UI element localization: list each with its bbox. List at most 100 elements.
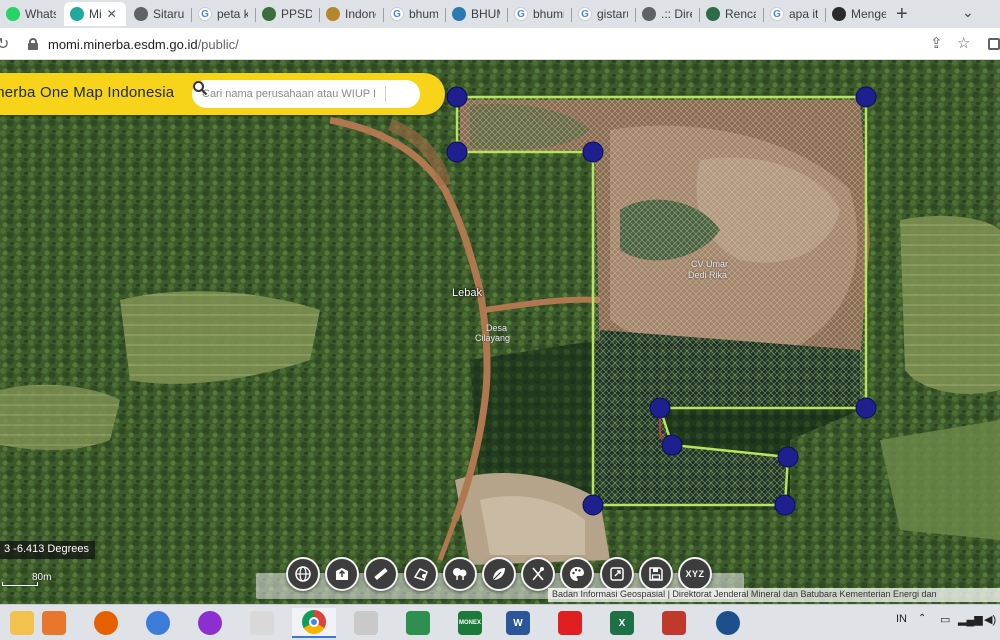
address-bar[interactable]: momi.minerba.esdm.go.id/public/ <box>20 32 980 56</box>
word-icon: W <box>506 611 530 635</box>
browser-tab-sitarun[interactable]: Sitarun <box>128 2 190 26</box>
browser-tab-label: .:: Direl <box>661 7 692 21</box>
browser-tab-gistaru[interactable]: Ggistaru <box>572 2 634 26</box>
tab-separator <box>635 8 636 22</box>
close-tab-icon[interactable]: ✕ <box>107 7 117 21</box>
browser-tab-label: bhumi <box>533 7 564 21</box>
browser-tab-peta-kr[interactable]: Gpeta kr <box>192 2 254 26</box>
scale-bar-label: 80m <box>32 572 52 583</box>
desa-label-line1: Desa <box>486 323 508 333</box>
lock-icon[interactable] <box>28 38 38 50</box>
concession-label-line2: Dedi Rika <box>688 270 728 280</box>
browser-tab-bhumi[interactable]: Gbhumi <box>384 2 444 26</box>
browser-tab-whats[interactable]: Whats <box>0 2 62 26</box>
garuda-icon <box>326 7 340 21</box>
palette-tool[interactable] <box>560 557 594 591</box>
tab-separator <box>383 8 384 22</box>
chrome-icon <box>302 610 326 634</box>
browser-tab-menge[interactable]: Menge <box>826 2 892 26</box>
reload-icon[interactable]: ↻ <box>0 34 9 54</box>
cut-fill-tool[interactable] <box>521 557 555 591</box>
share-icon[interactable]: ⇪ <box>930 34 943 52</box>
browser-tab-bhum[interactable]: BHUM <box>446 2 506 26</box>
taskbar-earth-viewer[interactable] <box>706 608 750 638</box>
network-icon[interactable]: ▂▄▆ <box>958 613 983 626</box>
tab-separator <box>507 8 508 22</box>
company-search-input[interactable] <box>202 84 387 104</box>
file-explorer-icon <box>10 611 34 635</box>
profile-icon[interactable] <box>988 38 1000 50</box>
browser-tab-direl[interactable]: .:: Direl <box>636 2 698 26</box>
tab-search-chevron-icon[interactable]: ⌄ <box>962 4 974 21</box>
mascot-app-icon <box>198 611 222 635</box>
browser-tab-label: Mi <box>89 7 102 21</box>
xyz-icon: XYZ <box>685 569 705 579</box>
browser-tab-strip: Whats Mi ✕ Sitarun Gpeta kr PPSDM Indone Gbhumi… <box>0 0 1000 28</box>
tab-separator <box>571 8 572 22</box>
map-attribution: Badan Informasi Geospasial | Direktorat … <box>548 588 1000 602</box>
desa-label-line2: Cilayang <box>475 333 511 343</box>
calculator-icon <box>354 611 378 635</box>
tab-separator <box>319 8 320 22</box>
taskbar-metatrader[interactable] <box>396 608 440 638</box>
language-indicator[interactable]: IN <box>896 613 907 625</box>
basemap-globe-tool[interactable] <box>286 557 320 591</box>
volume-icon[interactable]: ◀) <box>984 613 996 626</box>
bookmark-star-icon[interactable]: ☆ <box>957 34 970 52</box>
taskbar-firefox[interactable] <box>84 608 128 638</box>
floppy-icon <box>647 565 665 583</box>
google-earth-icon <box>146 611 170 635</box>
browser-tab-apa-itu[interactable]: Gapa itu <box>764 2 824 26</box>
taskbar-word[interactable]: W <box>496 608 540 638</box>
new-tab-button[interactable]: + <box>896 3 908 26</box>
minerba-icon <box>70 7 84 21</box>
browser-tab-indone[interactable]: Indone <box>320 2 382 26</box>
pdf-reader-icon <box>558 611 582 635</box>
browser-toolbar: ↻ momi.minerba.esdm.go.id/public/ ⇪ ☆ <box>0 28 1000 60</box>
system-tray-expand-icon[interactable]: ⌃ <box>918 613 926 624</box>
battery-icon[interactable]: ▭ <box>940 613 950 626</box>
browser-tab-rencan[interactable]: Rencan <box>700 2 762 26</box>
taskbar-media-player[interactable] <box>32 608 76 638</box>
app-title: Minerba One Map Indonesia <box>0 84 175 101</box>
vegetation-tool[interactable] <box>482 557 516 591</box>
coordinate-tool[interactable]: XYZ <box>678 557 712 591</box>
google-icon: G <box>198 7 212 21</box>
app-header: Minerba One Map Indonesia <box>0 73 445 115</box>
layer-tree-tool[interactable] <box>443 557 477 591</box>
tree-icon <box>451 565 469 583</box>
browser-tab-label: gistaru <box>597 7 628 21</box>
upload-layer-tool[interactable] <box>325 557 359 591</box>
monex-icon: MONEX <box>458 611 482 635</box>
measure-tool[interactable] <box>364 557 398 591</box>
browser-tab-label: Whats <box>25 7 56 21</box>
taskbar-excel[interactable]: X <box>600 608 644 638</box>
taskbar-calculator[interactable] <box>344 608 388 638</box>
polygon-pen-icon <box>412 565 430 583</box>
browser-tab-label: PPSDM <box>281 7 312 21</box>
browser-tab-ppsdm[interactable]: PPSDM <box>256 2 318 26</box>
taskbar-google-earth[interactable] <box>136 608 180 638</box>
taskbar-paint-app[interactable] <box>240 608 284 638</box>
export-tool[interactable] <box>600 557 634 591</box>
taskbar-monex[interactable]: MONEX <box>448 608 492 638</box>
taskbar-pdf-reader[interactable] <box>548 608 592 638</box>
company-search-box[interactable] <box>192 80 420 108</box>
save-tool[interactable] <box>639 557 673 591</box>
excel-label: X <box>618 617 626 629</box>
taskbar-chrome[interactable] <box>292 608 336 638</box>
url-text[interactable]: momi.minerba.esdm.go.id/public/ <box>48 37 239 52</box>
google-icon: G <box>770 7 784 21</box>
browser-tab-mi[interactable]: Mi ✕ <box>64 2 126 26</box>
map-upload-icon <box>333 565 351 583</box>
map-viewport[interactable]: Minerba One Map Indonesia Lebak Desa Cil… <box>0 60 1000 604</box>
browser-tab-bhumi[interactable]: Gbhumi <box>508 2 570 26</box>
leaf-icon <box>490 565 508 583</box>
draw-area-tool[interactable] <box>404 557 438 591</box>
taskbar-mascot-app[interactable] <box>188 608 232 638</box>
app-suite-icon <box>662 611 686 635</box>
search-icon[interactable] <box>192 80 208 96</box>
taskbar-app-suite[interactable] <box>652 608 696 638</box>
kabupaten-label: Lebak <box>452 287 482 299</box>
google-icon: G <box>390 7 404 21</box>
